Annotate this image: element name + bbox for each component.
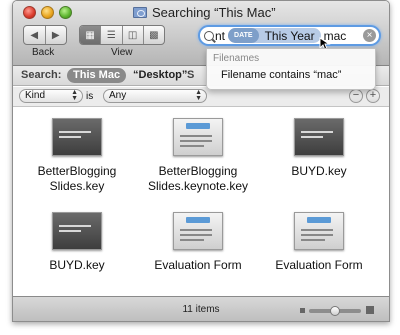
token-value: This Year	[264, 28, 315, 43]
search-criteria-row: Kind ▲ ▼ is Any ▲ ▼ − +	[13, 87, 389, 107]
view-buttons: ▦ ☰ ◫ ▩	[79, 25, 165, 45]
popup-arrows-icon: ▲ ▼	[71, 89, 78, 102]
coverflow-view-icon: ▩	[149, 29, 159, 41]
file-name: BUYD.key	[291, 164, 347, 178]
criteria-attribute: Kind	[25, 90, 46, 101]
list-view-icon: ☰	[106, 29, 116, 41]
keynote-thumbnail	[52, 118, 102, 156]
criteria-value: Any	[109, 90, 127, 101]
smart-folder-icon	[133, 6, 147, 18]
status-bar: 11 items	[13, 296, 389, 321]
token-category: DATE	[228, 28, 259, 43]
file-name: BetterBlogging Slides.keynote.key	[147, 164, 249, 193]
criteria-value-popup[interactable]: Any ▲ ▼	[103, 89, 207, 103]
add-criteria-button[interactable]: +	[366, 89, 380, 103]
popup-arrows-icon: ▲ ▼	[195, 89, 202, 102]
back-label: Back	[32, 47, 55, 58]
back-button[interactable]: ◀	[24, 26, 46, 44]
view-label: View	[111, 47, 133, 58]
keynote-thumbnail	[52, 212, 102, 250]
clear-search-icon[interactable]: ×	[363, 29, 376, 42]
coverflow-view-button[interactable]: ▩	[144, 26, 164, 44]
scope-desktop[interactable]: “Desktop”	[133, 69, 187, 81]
list-view-button[interactable]: ☰	[101, 26, 123, 44]
window-title: Searching “This Mac”	[133, 4, 276, 20]
remove-criteria-button[interactable]: −	[349, 89, 363, 103]
finder-window: Searching “This Mac” ◀ ▶ Back ▦ ☰ ◫ ▩ Vi…	[12, 0, 390, 322]
file-name: Evaluation Form	[275, 258, 363, 272]
icon-size-slider-knob[interactable]	[330, 306, 340, 316]
icon-size-slider[interactable]	[309, 306, 361, 316]
date-search-token[interactable]: DATE This Year	[228, 28, 321, 43]
icon-view-button[interactable]: ▦	[80, 26, 102, 44]
forward-button[interactable]: ▶	[46, 26, 67, 44]
minimize-window-button[interactable]	[41, 6, 54, 19]
file-item[interactable]: BUYD.key	[264, 118, 374, 179]
results-icon-grid: BetterBlogging Slides.key BetterBlogging S…	[13, 108, 389, 296]
file-item[interactable]: Evaluation Form	[143, 212, 253, 273]
search-suggestions-menu: Filenames Filename contains “mac”	[206, 48, 376, 90]
file-item[interactable]: BetterBlogging Slides.keynote.key	[143, 118, 253, 194]
keynote-thumbnail	[294, 118, 344, 156]
right-arrow-icon: ▶	[51, 29, 60, 41]
criteria-operator: is	[86, 91, 94, 102]
left-arrow-icon: ◀	[30, 29, 39, 41]
plus-icon: +	[369, 89, 377, 101]
column-view-icon: ◫	[127, 29, 138, 41]
back-forward-buttons: ◀ ▶	[23, 25, 67, 45]
suggestions-header: Filenames	[213, 53, 260, 64]
column-view-button[interactable]: ◫	[123, 26, 144, 44]
large-icon-size-icon	[366, 306, 374, 314]
file-item[interactable]: Evaluation Form	[264, 212, 374, 273]
search-typed-prefix: nt	[215, 28, 226, 43]
scope-this-mac[interactable]: This Mac	[67, 68, 127, 83]
small-icon-size-icon	[300, 308, 305, 313]
keynote-thumbnail	[294, 212, 344, 250]
file-item[interactable]: BetterBlogging Slides.key	[22, 118, 132, 194]
file-name: BUYD.key	[49, 258, 105, 272]
window-title-text: Searching “This Mac”	[152, 4, 276, 20]
minus-icon: −	[352, 89, 360, 101]
search-field[interactable]: nt DATE This Year mac ×	[198, 25, 381, 46]
suggestion-filename-contains[interactable]: Filename contains “mac”	[221, 69, 341, 81]
scope-shared-partial[interactable]: S	[187, 69, 194, 81]
file-name: Evaluation Form	[154, 258, 242, 272]
keynote-thumbnail	[173, 118, 223, 156]
magnifier-icon	[204, 30, 214, 41]
criteria-attribute-popup[interactable]: Kind ▲ ▼	[19, 89, 83, 103]
keynote-thumbnail	[173, 212, 223, 250]
file-item[interactable]: BUYD.key	[22, 212, 132, 273]
file-name: BetterBlogging Slides.key	[37, 164, 117, 193]
icon-view-icon: ▦	[85, 29, 95, 41]
close-window-button[interactable]	[23, 6, 36, 19]
zoom-window-button[interactable]	[59, 6, 72, 19]
scope-label: Search:	[21, 69, 62, 81]
